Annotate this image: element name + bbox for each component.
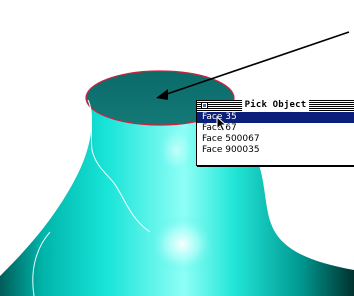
annotation-arrow bbox=[163, 31, 350, 96]
arrow-pointer-icon bbox=[216, 116, 228, 132]
pick-list-item-face-500067[interactable]: Face 500067 bbox=[197, 134, 354, 145]
pick-window-title: Pick Object bbox=[241, 100, 310, 111]
pick-object-window[interactable]: Pick Object Face 35 Face 67 Face 500067 … bbox=[196, 100, 354, 166]
specular-highlight bbox=[148, 214, 216, 274]
pick-window-titlebar[interactable]: Pick Object bbox=[197, 100, 354, 111]
pick-list-item-face-900035[interactable]: Face 900035 bbox=[197, 145, 354, 156]
close-box-icon[interactable] bbox=[201, 102, 208, 109]
specular-highlight-upper bbox=[156, 124, 196, 176]
cad-viewport[interactable]: Pick Object Face 35 Face 67 Face 500067 … bbox=[0, 0, 354, 296]
